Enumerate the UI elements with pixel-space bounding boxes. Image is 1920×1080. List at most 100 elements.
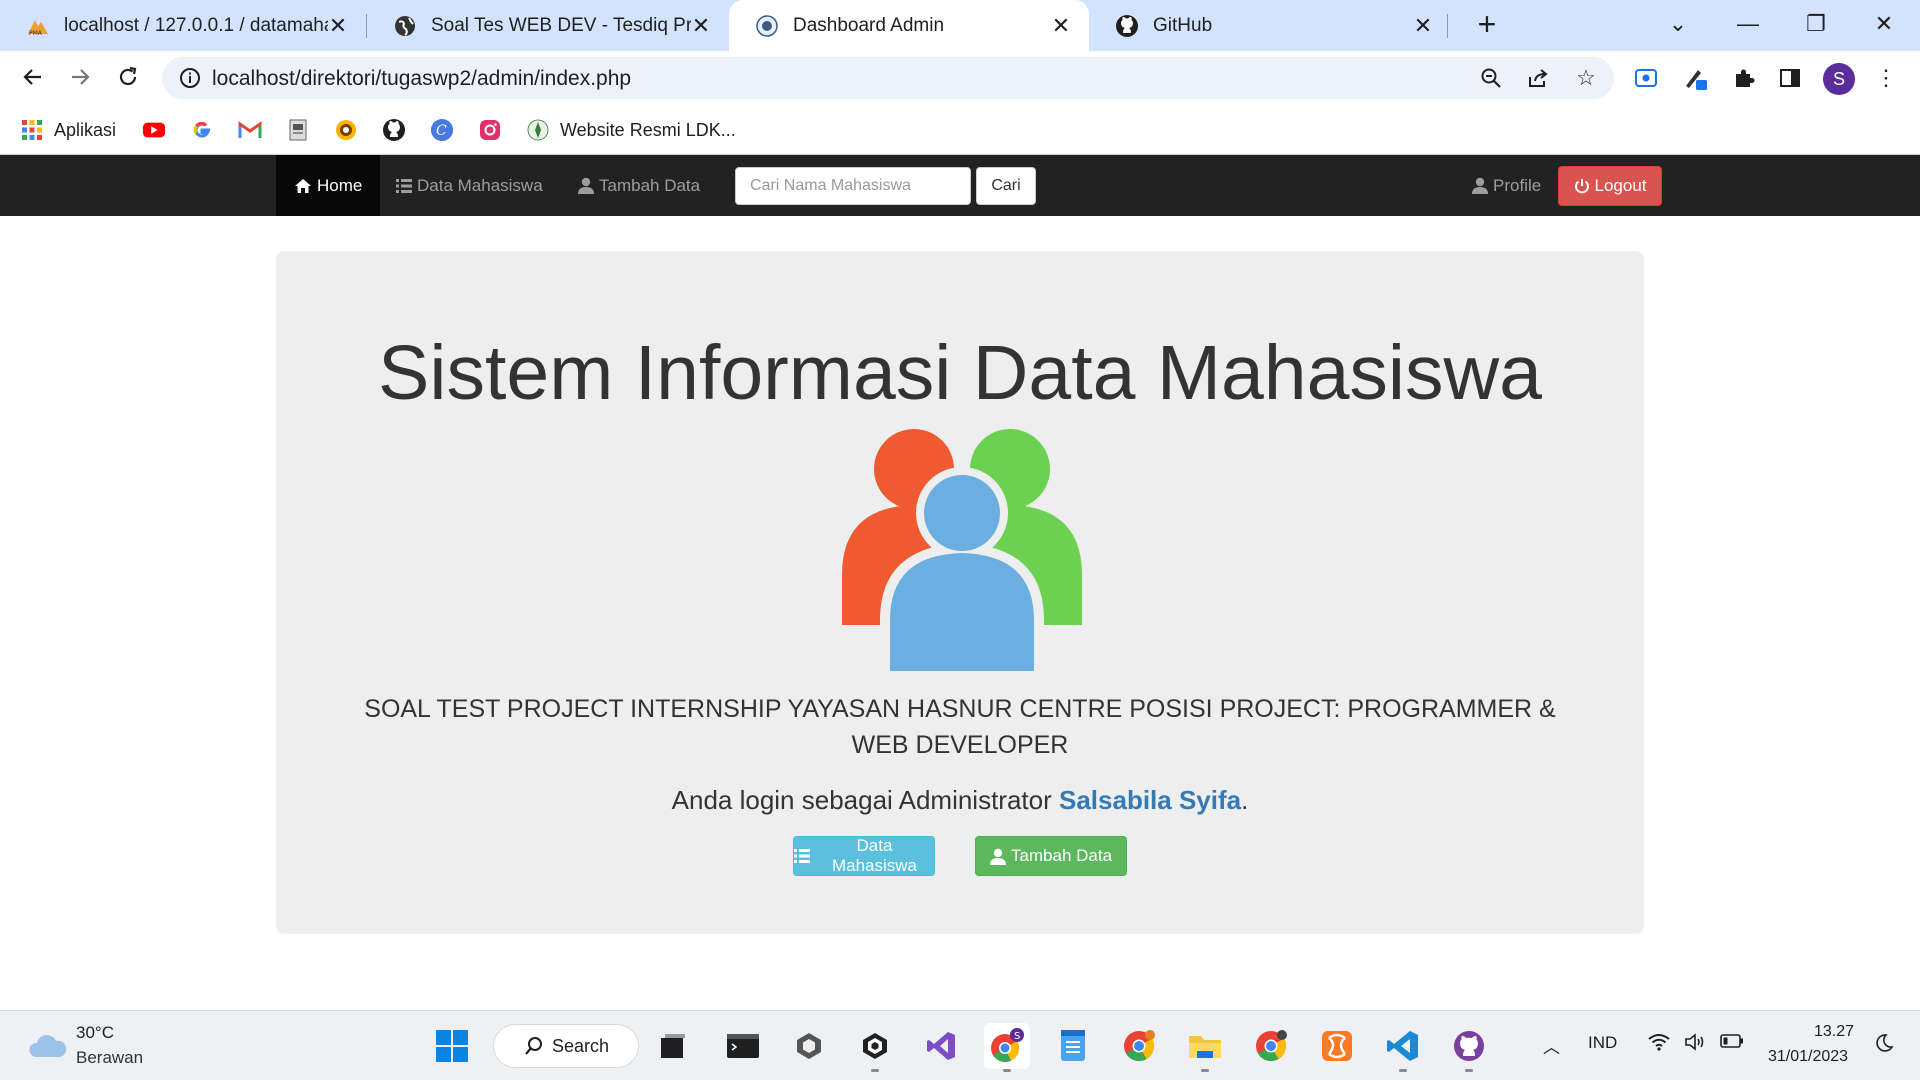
nav-home-label: Home — [317, 175, 363, 195]
login-prefix: Anda login sebagai Administrator — [671, 785, 1052, 815]
taskbar-search[interactable]: Search — [493, 1024, 639, 1068]
tab-soal-tes[interactable]: Soal Tes WEB DEV - Tesdiq Prigel ✕ — [367, 0, 729, 51]
browser-tab-strip: PMA localhost / 127.0.0.1 / datamahasisw… — [0, 0, 1920, 51]
battery-icon[interactable] — [1720, 1033, 1744, 1054]
share-icon[interactable] — [1526, 65, 1552, 91]
close-icon[interactable]: ✕ — [1051, 13, 1071, 39]
minimize-button[interactable]: — — [1718, 4, 1778, 44]
bookmark-canva[interactable]: C — [430, 114, 464, 146]
profile-avatar[interactable]: S — [1823, 63, 1855, 95]
jumbotron: Sistem Informasi Data Mahasiswa SOAL TES… — [276, 251, 1644, 934]
gmail-icon — [238, 118, 262, 142]
site-logo-icon — [755, 14, 779, 38]
taskbar-search-label: Search — [552, 1035, 610, 1056]
close-icon[interactable]: ✕ — [328, 13, 348, 39]
tab-dashboard-admin[interactable]: Dashboard Admin ✕ — [729, 0, 1089, 51]
bookmark-gmail[interactable] — [238, 114, 272, 146]
new-tab-button[interactable]: + — [1468, 6, 1506, 44]
windows-taskbar: 30°C Berawan Search S ︿ IND 13.27 31/01/… — [0, 1010, 1920, 1080]
task-view-icon[interactable] — [650, 1023, 696, 1069]
github-icon — [382, 118, 406, 142]
bookmark-github[interactable] — [382, 114, 416, 146]
tambah-data-button[interactable]: Tambah Data — [975, 836, 1127, 876]
site-info-icon[interactable] — [178, 66, 202, 90]
reload-button[interactable] — [108, 57, 148, 97]
close-icon[interactable]: ✕ — [1413, 13, 1433, 39]
nav-profile-label: Profile — [1493, 175, 1542, 195]
logout-button[interactable]: Logout — [1558, 166, 1662, 206]
user-icon — [989, 848, 1006, 865]
extensions-puzzle-icon[interactable] — [1726, 60, 1762, 96]
url-text[interactable]: localhost/direktori/tugaswp2/admin/index… — [212, 67, 631, 91]
browser-menu-icon[interactable]: ⋮ — [1868, 60, 1904, 96]
google-icon — [190, 118, 214, 142]
bookmark-page[interactable] — [286, 114, 320, 146]
vscode-icon[interactable] — [1380, 1023, 1426, 1072]
bookmark-google[interactable] — [190, 114, 224, 146]
language-indicator[interactable]: IND — [1588, 1033, 1617, 1053]
visual-studio-icon[interactable] — [918, 1023, 964, 1069]
close-icon[interactable]: ✕ — [691, 13, 711, 39]
bookmark-label: Website Resmi LDK... — [560, 119, 736, 140]
user-icon — [578, 177, 594, 194]
github-desktop-icon[interactable] — [1446, 1023, 1492, 1072]
nav-tambah-data[interactable]: Tambah Data — [560, 155, 718, 216]
close-window-button[interactable]: ✕ — [1854, 4, 1914, 44]
chrome-icon[interactable] — [1116, 1023, 1162, 1069]
start-button[interactable] — [429, 1023, 475, 1069]
cloud-icon[interactable] — [28, 1031, 68, 1064]
xampp-icon[interactable] — [1314, 1023, 1360, 1069]
side-panel-icon[interactable] — [1772, 60, 1808, 96]
list-icon — [794, 849, 810, 863]
tab-search-chevron-icon[interactable]: ⌄ — [1648, 4, 1708, 44]
clock-date[interactable]: 31/01/2023 — [1768, 1048, 1848, 1066]
nav-profile[interactable]: Profile — [1454, 155, 1559, 216]
bookmark-instagram[interactable] — [478, 114, 512, 146]
tab-phpmyadmin[interactable]: PMA localhost / 127.0.0.1 / datamahasisw… — [0, 0, 366, 51]
bookmark-apps[interactable]: Aplikasi — [20, 114, 116, 146]
tab-github[interactable]: GitHub ✕ — [1089, 0, 1451, 51]
home-icon — [294, 178, 312, 194]
show-hidden-icons-chevron-icon[interactable]: ︿ — [1543, 1033, 1560, 1058]
nav-data-mahasiswa[interactable]: Data Mahasiswa — [378, 155, 561, 216]
tab-divider — [1447, 14, 1448, 38]
bookmark-youtube[interactable] — [142, 114, 176, 146]
clock-time[interactable]: 13.27 — [1814, 1023, 1854, 1041]
bookmark-website-ldk[interactable]: Website Resmi LDK... — [526, 114, 736, 146]
bookmarks-bar: Aplikasi C Website Resmi LDK... — [0, 108, 1920, 152]
chrome-alt-icon[interactable] — [1248, 1023, 1294, 1069]
data-mahasiswa-button[interactable]: Data Mahasiswa — [793, 836, 935, 876]
nav-home[interactable]: Home — [276, 155, 381, 216]
back-button[interactable] — [13, 57, 53, 97]
github-icon — [1115, 14, 1139, 38]
button-label: Data Mahasiswa — [831, 836, 918, 875]
terminal-icon[interactable] — [720, 1023, 766, 1069]
notepad-icon[interactable] — [1050, 1023, 1096, 1069]
phpmyadmin-icon: PMA — [26, 14, 50, 38]
svg-text:C: C — [436, 123, 447, 139]
bookmark-star-icon[interactable]: ☆ — [1573, 65, 1599, 91]
zoom-icon[interactable] — [1478, 65, 1504, 91]
forward-button[interactable] — [60, 57, 100, 97]
pen-extension-icon[interactable] — [1678, 60, 1714, 96]
volume-icon[interactable] — [1684, 1033, 1706, 1056]
wifi-icon[interactable] — [1648, 1033, 1670, 1056]
bookmark-label: Aplikasi — [54, 119, 117, 140]
apps-grid-icon — [20, 118, 44, 142]
tab-title: Dashboard Admin — [793, 14, 945, 36]
bookmark-emblem[interactable] — [334, 114, 368, 146]
search-icon — [524, 1036, 544, 1056]
address-bar[interactable]: localhost/direktori/tugaswp2/admin/index… — [162, 57, 1614, 99]
do-not-disturb-moon-icon[interactable] — [1874, 1033, 1894, 1058]
unity-icon[interactable] — [852, 1023, 898, 1072]
file-explorer-icon[interactable] — [1182, 1023, 1228, 1072]
weather-description[interactable]: Berawan — [76, 1048, 143, 1068]
chrome-profile-icon[interactable]: S — [984, 1023, 1030, 1072]
youtube-icon — [142, 118, 166, 142]
restore-button[interactable]: ❐ — [1786, 4, 1846, 44]
unity-hub-icon[interactable] — [786, 1023, 832, 1069]
screen-cast-icon[interactable] — [1628, 60, 1664, 96]
search-button[interactable]: Cari — [976, 167, 1036, 205]
search-mahasiswa-input[interactable] — [735, 167, 971, 205]
weather-temperature[interactable]: 30°C — [76, 1023, 114, 1043]
